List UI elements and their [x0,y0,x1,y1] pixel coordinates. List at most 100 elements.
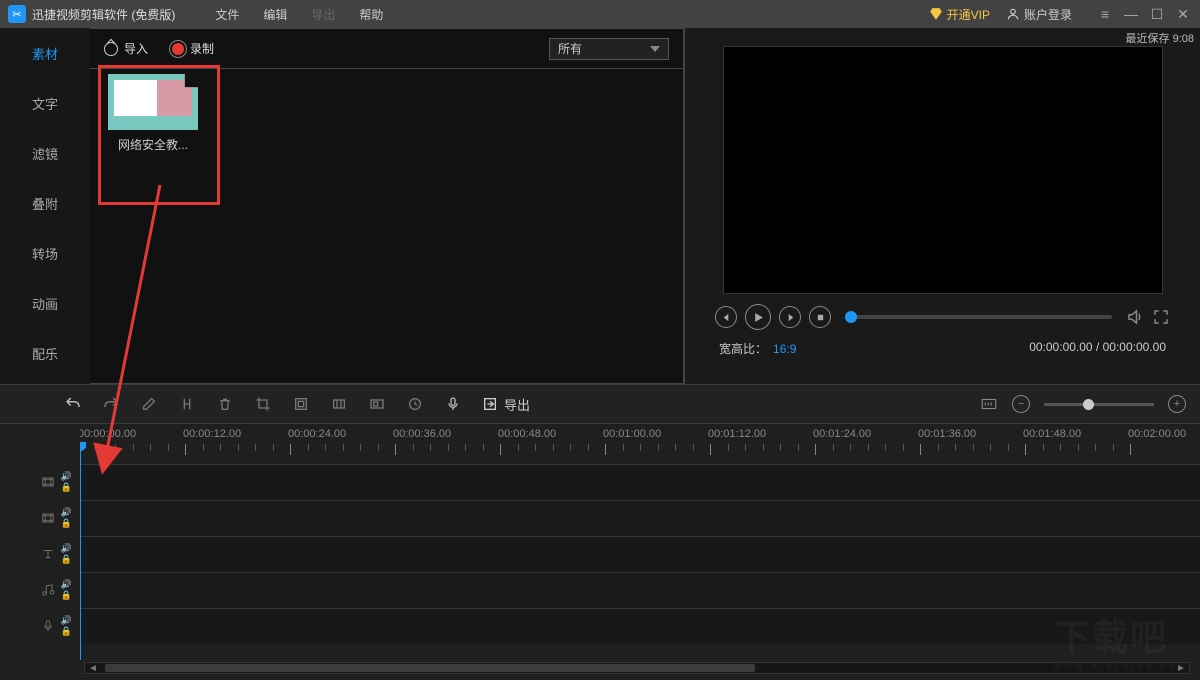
ruler-label: 00:01:24.00 [813,428,871,440]
tab-animation[interactable]: 动画 [0,278,90,328]
undo-button[interactable] [64,395,82,413]
timeline-toolbar: 导出 − + [0,384,1200,424]
close-button[interactable]: ✕ [1174,6,1192,23]
next-frame-button[interactable] [779,306,801,328]
split-button[interactable] [178,395,196,413]
playhead[interactable] [80,444,81,660]
tab-overlay[interactable]: 叠附 [0,178,90,228]
side-tabs: 素材 文字 滤镜 叠附 转场 动画 配乐 [0,28,90,384]
media-item-label: 网络安全教... [98,136,208,153]
ruler-label: 00:01:36.00 [918,428,976,440]
media-thumbnail[interactable] [108,74,198,130]
zoom-slider[interactable] [1044,403,1154,406]
track-head-music[interactable]: 🔊🔒 [0,572,80,608]
crop-button[interactable] [254,395,272,413]
login-label: 账户登录 [1024,6,1072,23]
zoom-in-button[interactable]: + [1168,395,1186,413]
seek-bar[interactable] [845,315,1112,319]
app-logo-icon [8,5,26,23]
account-login-button[interactable]: 账户登录 [1006,6,1072,23]
track-row[interactable] [80,536,1200,572]
ruler-label: 00:00:48.00 [498,428,556,440]
hamburger-icon[interactable]: ≡ [1096,6,1114,23]
edit-tool-button[interactable] [140,395,158,413]
tab-transition[interactable]: 转场 [0,228,90,278]
export-icon [482,396,498,412]
media-toolbar: 导入 录制 所有 [90,28,684,68]
aspect-ratio-label: 宽高比：16:9 [719,340,796,357]
track-head-text[interactable]: 🔊🔒 [0,536,80,572]
import-button[interactable]: 导入 [104,40,148,57]
media-panel: 导入 录制 所有 网络安全教... [90,28,685,384]
seek-knob[interactable] [845,311,857,323]
play-button[interactable] [745,304,771,330]
tracks-area[interactable]: 00:00:00.00 00:00:12.00 00:00:24.00 00:00:3… [80,424,1200,680]
maximize-button[interactable]: ☐ [1148,6,1166,23]
zoom-region-button[interactable] [368,395,386,413]
vip-label: 开通VIP [947,6,990,23]
minimize-button[interactable]: — [1122,6,1140,23]
title-bar: 迅捷视频剪辑软件 (免费版) 文件 编辑 导出 帮助 开通VIP 账户登录 ≡ … [0,0,1200,28]
menu-file[interactable]: 文件 [215,6,239,23]
track-head-video2[interactable]: 🔊🔒 [0,500,80,536]
ruler-label: 00:02:00.00 [1128,428,1186,440]
media-item[interactable]: 网络安全教... [98,69,208,153]
chevron-down-icon [650,46,660,52]
vip-diamond-icon [929,7,943,21]
record-button[interactable]: 录制 [172,40,214,57]
aspect-ratio-value[interactable]: 16:9 [773,342,796,356]
track-row[interactable] [80,572,1200,608]
delete-button[interactable] [216,395,234,413]
import-label: 导入 [124,40,148,57]
fullscreen-icon[interactable] [1152,308,1170,326]
filter-value: 所有 [558,40,582,57]
scroll-left-icon[interactable]: ◄ [87,663,99,673]
track-head-video1[interactable]: 🔊🔒 [0,464,80,500]
freeze-button[interactable] [330,395,348,413]
menu-help[interactable]: 帮助 [359,6,383,23]
volume-icon[interactable] [1126,308,1144,326]
preview-canvas[interactable] [723,46,1163,294]
record-label: 录制 [190,40,214,57]
ruler-label: 00:01:48.00 [1023,428,1081,440]
track-row[interactable] [80,500,1200,536]
scroll-right-icon[interactable]: ► [1175,663,1187,673]
stop-button[interactable] [809,306,831,328]
mosaic-button[interactable] [292,395,310,413]
ruler-label: 00:00:36.00 [393,428,451,440]
track-head-voice[interactable]: 🔊🔒 [0,608,80,644]
import-icon [104,42,118,56]
prev-frame-button[interactable] [715,306,737,328]
zoom-out-button[interactable]: − [1012,395,1030,413]
tab-filter[interactable]: 滤镜 [0,128,90,178]
record-icon [172,43,184,55]
timeline-scrollbar[interactable]: ◄ ► [84,662,1190,674]
zoom-knob[interactable] [1083,399,1094,410]
voiceover-button[interactable] [444,395,462,413]
scrollbar-thumb[interactable] [105,664,755,672]
duration-button[interactable] [406,395,424,413]
tab-text[interactable]: 文字 [0,78,90,128]
track-row[interactable] [80,464,1200,500]
media-body[interactable]: 网络安全教... [90,68,684,384]
preview-panel: 宽高比：16:9 00:00:00.00 / 00:00:00.00 [685,28,1200,384]
menu-edit[interactable]: 编辑 [263,6,287,23]
timeline: 🔊🔒 🔊🔒 🔊🔒 🔊🔒 🔊🔒 00:00:00.0000:00:12.0000:… [0,424,1200,680]
open-vip-button[interactable]: 开通VIP [929,6,990,23]
track-row[interactable] [80,608,1200,644]
menu-export[interactable]: 导出 [311,6,335,23]
ruler-label: 00:01:00.00 [603,428,661,440]
ruler-label: 00:00:00.00 [80,428,136,440]
ruler-label: 00:00:12.00 [183,428,241,440]
tab-media[interactable]: 素材 [0,28,90,78]
export-label: 导出 [504,395,530,414]
ruler-label: 00:01:12.00 [708,428,766,440]
user-icon [1006,7,1020,21]
fit-timeline-icon[interactable] [980,395,998,413]
media-filter-select[interactable]: 所有 [549,38,669,60]
tab-music[interactable]: 配乐 [0,328,90,378]
time-ruler[interactable]: 00:00:00.00 00:00:12.00 00:00:24.00 00:00:3… [80,424,1200,464]
export-button[interactable]: 导出 [482,395,530,414]
redo-button[interactable] [102,395,120,413]
ruler-label: 00:00:24.00 [288,428,346,440]
